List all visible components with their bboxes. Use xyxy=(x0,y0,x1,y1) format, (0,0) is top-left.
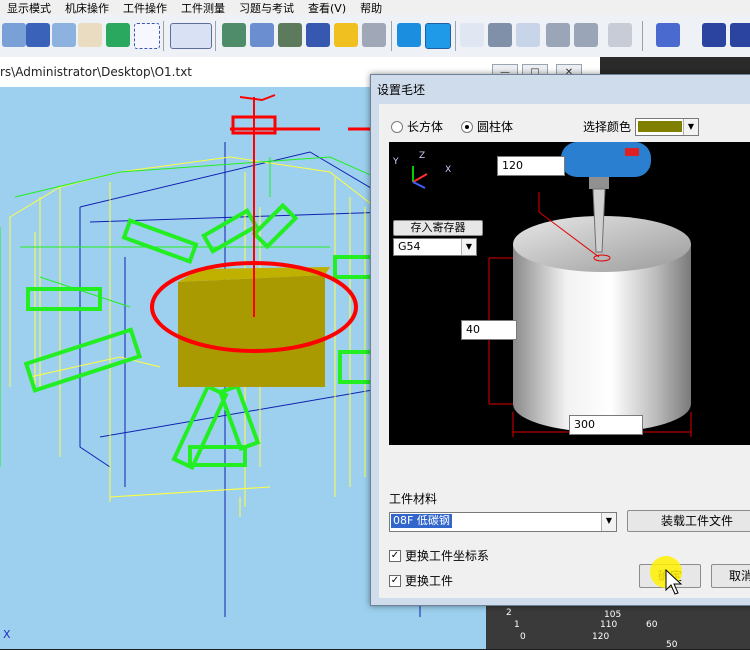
book-icon[interactable] xyxy=(608,23,632,47)
save-register-button[interactable]: 存入寄存器 xyxy=(393,220,483,236)
gauge-tick: 110 xyxy=(600,620,618,630)
register-select[interactable]: G54 ▼ xyxy=(393,238,477,256)
menu-workpiece-operation[interactable]: 工件操作 xyxy=(116,0,174,16)
mouse-cursor-icon xyxy=(665,568,683,595)
select-box-icon[interactable] xyxy=(134,23,160,49)
change-coord-checkbox[interactable]: ✓ 更换工件坐标系 xyxy=(389,547,489,564)
material-label: 工件材料 xyxy=(389,492,438,506)
menu-machine-operation[interactable]: 机床操作 xyxy=(58,0,116,16)
gauge-tick: 0 xyxy=(520,632,526,642)
load-workpiece-file-button[interactable]: 装载工件文件 xyxy=(627,510,750,532)
l-tool-icon[interactable] xyxy=(574,23,598,47)
radio-cylinder-label: 圆柱体 xyxy=(477,120,514,134)
gauge-tick: 2 xyxy=(506,608,512,618)
cancel-button[interactable]: 取消 xyxy=(711,564,750,588)
toolbar-separator xyxy=(215,21,216,51)
xn-icon[interactable] xyxy=(516,23,540,47)
star-icon[interactable] xyxy=(334,23,358,47)
cylinder-diameter-input[interactable]: 300 xyxy=(569,415,643,435)
t-tool-icon[interactable] xyxy=(546,23,570,47)
spindle-icon[interactable] xyxy=(278,23,302,47)
axis-view-icon[interactable] xyxy=(170,23,212,49)
set-stock-dialog: 设置毛坯 长方体 圆柱体 选择颜色 ▼ Y Z X 120 存入寄存器 G54 … xyxy=(370,74,750,606)
gauge-tick: 60 xyxy=(646,620,658,630)
measure-icon[interactable] xyxy=(488,23,512,47)
axes-icon xyxy=(412,166,428,189)
workpiece-icon[interactable] xyxy=(460,23,484,47)
tool-icon[interactable] xyxy=(250,23,274,47)
gauge-tick: 120 xyxy=(592,632,610,642)
radio-dot xyxy=(391,120,403,133)
change-coord-label: 更换工件坐标系 xyxy=(405,549,490,563)
menu-exercises-exam[interactable]: 习题与考试 xyxy=(232,0,301,16)
radio-cylinder[interactable]: 圆柱体 xyxy=(461,118,513,135)
dialog-body: 长方体 圆柱体 选择颜色 ▼ Y Z X 120 存入寄存器 G54 ▼ 40 … xyxy=(379,104,750,598)
zoom-icon[interactable] xyxy=(2,23,26,47)
wireframe-icon[interactable] xyxy=(26,23,50,47)
radio-cuboid[interactable]: 长方体 xyxy=(391,118,443,135)
color-select[interactable]: ▼ xyxy=(635,118,699,136)
color-label: 选择颜色 xyxy=(583,120,632,134)
zoom-window-icon[interactable] xyxy=(52,23,76,47)
register-select-value: G54 xyxy=(398,240,421,253)
cylinder-preview: Y Z X xyxy=(392,142,692,437)
menu-workpiece-measure[interactable]: 工件测量 xyxy=(174,0,232,16)
gauge-tick: 105 xyxy=(604,610,622,620)
blue-cube-alt-icon[interactable] xyxy=(425,23,451,49)
change-workpiece-label: 更换工件 xyxy=(405,574,454,588)
dropdown-icon[interactable] xyxy=(656,23,680,47)
clamp-icon[interactable] xyxy=(362,23,386,47)
menu-display-mode[interactable]: 显示模式 xyxy=(0,0,58,16)
tool-height-input[interactable]: 120 xyxy=(497,156,565,176)
menu-view[interactable]: 查看(V) xyxy=(301,0,353,16)
play-icon[interactable] xyxy=(730,23,750,47)
axis-y-label: Y xyxy=(392,157,399,167)
toolbar-separator xyxy=(391,21,392,51)
blue-cube-icon[interactable] xyxy=(397,23,421,47)
gauge-tick: 1 xyxy=(514,620,520,630)
chevron-down-icon: ▼ xyxy=(683,119,698,135)
material-select-value: 08F 低碳钢 xyxy=(391,514,452,528)
chevron-down-icon: ▼ xyxy=(601,513,616,531)
toolbar xyxy=(0,15,750,58)
pan-hand-icon[interactable] xyxy=(78,23,102,47)
material-select[interactable]: 08F 低碳钢 ▼ xyxy=(389,512,617,532)
menu-help[interactable]: 帮助 xyxy=(353,0,389,16)
axis-x-label: X xyxy=(445,165,451,175)
axis-z-label: Z xyxy=(419,151,425,161)
record-icon[interactable] xyxy=(702,23,726,47)
check-icon: ✓ xyxy=(389,549,401,562)
cube-icon[interactable] xyxy=(306,23,330,47)
check-icon: ✓ xyxy=(389,574,401,587)
axis-label: X xyxy=(3,628,11,641)
menu-bar: 显示模式 机床操作 工件操作 工件测量 习题与考试 查看(V) 帮助 xyxy=(0,0,750,15)
radio-dot xyxy=(461,120,473,133)
color-swatch xyxy=(638,121,682,132)
toolbar-separator xyxy=(642,21,643,51)
stock-preview: Y Z X 120 存入寄存器 G54 ▼ 40 300 xyxy=(389,142,750,445)
cylinder-height-input[interactable]: 40 xyxy=(461,320,517,340)
rotate-icon[interactable] xyxy=(106,23,130,47)
change-workpiece-checkbox[interactable]: ✓ 更换工件 xyxy=(389,572,453,589)
toolbar-separator xyxy=(455,21,456,51)
toolbar-separator xyxy=(163,21,164,51)
dialog-title: 设置毛坯 xyxy=(377,83,426,97)
chevron-down-icon: ▼ xyxy=(461,239,476,255)
radio-cuboid-label: 长方体 xyxy=(407,120,444,134)
machine-icon[interactable] xyxy=(222,23,246,47)
